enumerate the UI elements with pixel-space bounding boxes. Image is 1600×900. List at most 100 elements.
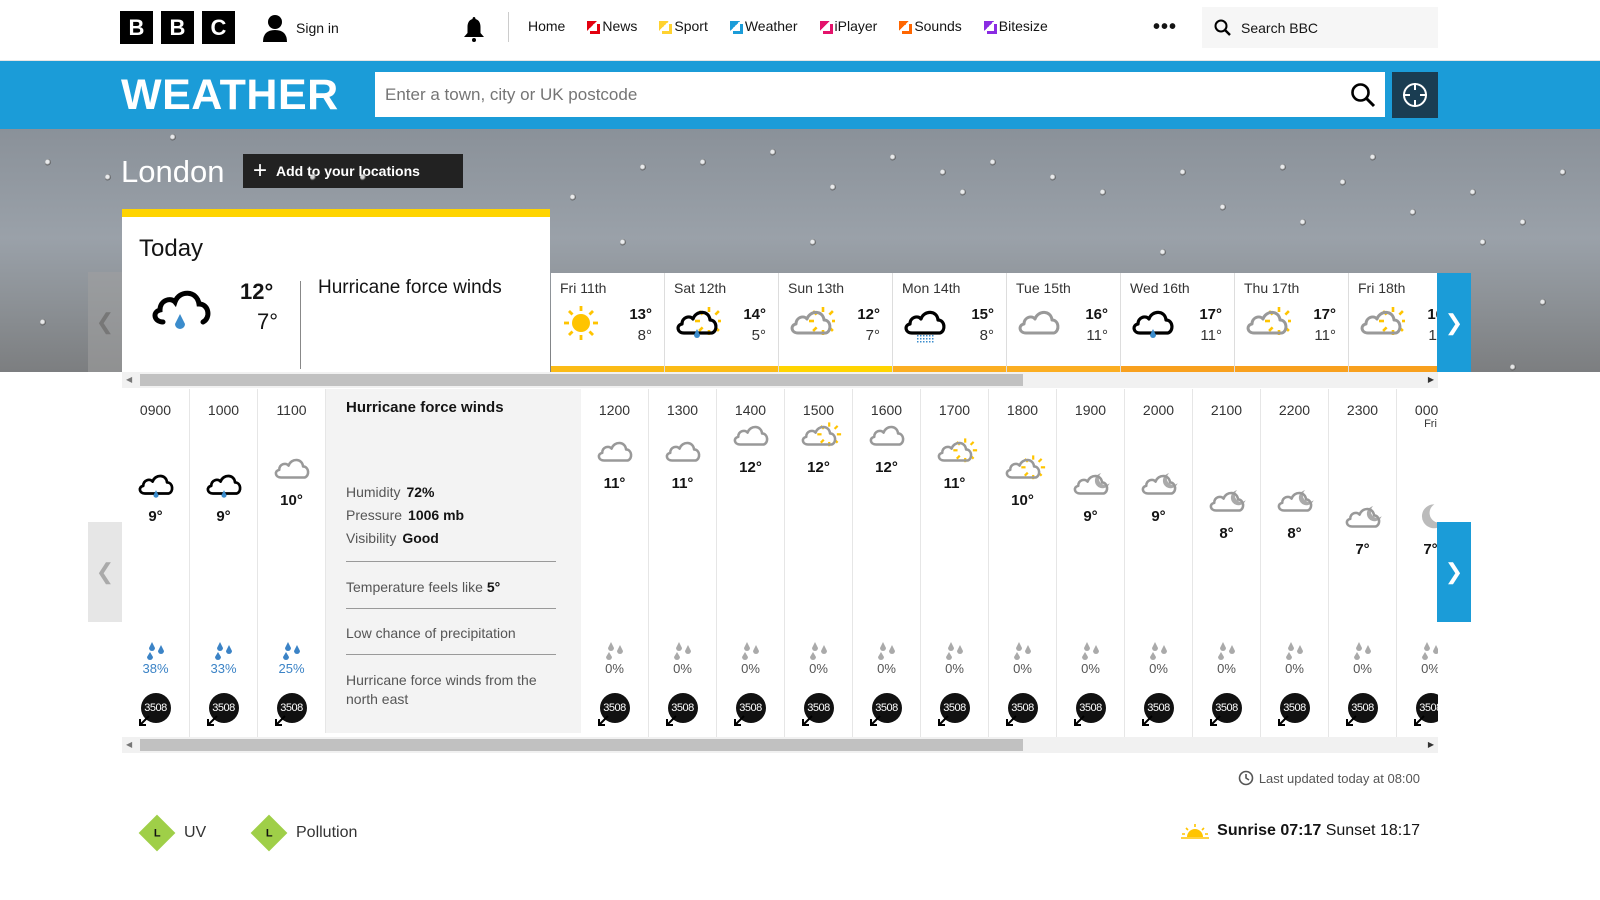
crosshair-icon <box>1403 83 1427 107</box>
raindrop-decoration <box>105 174 111 181</box>
chevron-left-icon: ❮ <box>95 309 115 334</box>
days-prev-button[interactable]: ❮ <box>88 272 122 372</box>
day-tab[interactable]: Sun 13th 12° 7° <box>779 273 893 372</box>
nav-link-sounds[interactable]: Sounds <box>899 18 962 34</box>
hourly-forecast: 0900 9° 38% 3508 1000 9° 33% 3508 1100 1… <box>122 389 1438 737</box>
sign-in-link[interactable]: Sign in <box>262 14 339 42</box>
hour-column[interactable]: 1300 11° 0% 3508 <box>649 389 717 737</box>
precipitation-icon <box>1217 642 1235 660</box>
hour-column[interactable]: 1900 9° 0% 3508 <box>1057 389 1125 737</box>
more-menu-button[interactable]: ••• <box>1153 17 1177 37</box>
uv-indicator[interactable]: L UV <box>138 814 206 852</box>
hours-scrollbar[interactable]: ◀ ▶ <box>122 737 1438 753</box>
cloud-icon <box>269 452 315 486</box>
day-tab[interactable]: Fri 11th 13° 8° <box>551 273 665 372</box>
divider <box>346 608 556 609</box>
day-high-temp: 16° <box>1085 306 1108 323</box>
days-scrollbar[interactable]: ◀ ▶ <box>122 372 1438 388</box>
nav-link-news[interactable]: News <box>587 18 637 34</box>
hour-column[interactable]: 1200 11° 0% 3508 <box>581 389 649 737</box>
day-tab[interactable]: Fri 18th 16° 11° <box>1349 273 1437 372</box>
day-tab[interactable]: Sat 12th 14° 5° <box>665 273 779 372</box>
raindrop-decoration <box>1280 164 1286 171</box>
day-tab[interactable]: Tue 15th 16° 11° <box>1007 273 1121 372</box>
hour-column[interactable]: 2000 9° 0% 3508 <box>1125 389 1193 737</box>
raindrop-decoration <box>1160 249 1166 256</box>
bbc-logo[interactable]: B B C <box>120 11 235 44</box>
sun-cloud-icon <box>787 303 837 343</box>
last-updated-text: Last updated today at 08:00 <box>1258 770 1420 786</box>
news-icon <box>587 21 598 31</box>
hours-prev-button[interactable]: ❮ <box>88 522 122 622</box>
location-search-input[interactable] <box>375 72 1367 117</box>
nav-link-label: Weather <box>744 18 798 34</box>
nav-link-sport[interactable]: Sport <box>659 18 708 34</box>
hour-column[interactable]: 0900 9° 38% 3508 <box>122 389 190 737</box>
precipitation-icon <box>1353 642 1371 660</box>
hour-temp: 9° <box>216 508 231 525</box>
nav-link-home[interactable]: Home <box>528 18 565 34</box>
location-search-button[interactable] <box>1340 72 1385 117</box>
raindrop-decoration <box>1510 364 1516 371</box>
notifications-bell-icon[interactable] <box>462 16 486 42</box>
hour-column[interactable]: 2100 8° 0% 3508 <box>1193 389 1261 737</box>
hour-column[interactable]: 2300 7° 0% 3508 <box>1329 389 1397 737</box>
hour-column[interactable]: 1500 12° 0% 3508 <box>785 389 853 737</box>
day-high-temp: 14° <box>743 306 766 323</box>
hour-column[interactable]: 1600 12° 0% 3508 <box>853 389 921 737</box>
sun-cloud-icon <box>932 435 978 469</box>
precipitation-icon <box>1285 642 1303 660</box>
wind-description: Hurricane force winds from the north eas… <box>346 672 537 707</box>
nav-link-label: Home <box>528 18 566 34</box>
raindrop-decoration <box>1100 189 1106 196</box>
hour-column[interactable]: 1700 11° 0% 3508 <box>921 389 989 737</box>
raindrop-decoration <box>1300 219 1306 226</box>
weather-title[interactable]: WEATHER <box>121 71 339 120</box>
hour-column[interactable]: 1800 10° 0% 3508 <box>989 389 1057 737</box>
scrollbar-thumb[interactable] <box>140 374 1023 386</box>
precipitation-icon <box>282 642 300 660</box>
hour-time: 0000Fri <box>1414 402 1438 430</box>
hours-next-button[interactable]: ❯ <box>1437 522 1471 622</box>
user-icon <box>263 15 287 42</box>
hour-time: 1300 <box>666 402 699 418</box>
days-next-button[interactable]: ❯ <box>1437 273 1471 372</box>
bbc-search-box[interactable]: Search BBC <box>1202 7 1438 48</box>
add-to-locations-button[interactable]: + Add to your locations <box>243 154 463 188</box>
day-high-temp: 17° <box>1199 306 1222 323</box>
nav-links: Home News Sport Weather iPlayer Sounds Bitesiz… <box>528 18 1070 34</box>
scroll-left-arrow-icon[interactable]: ◀ <box>126 375 132 384</box>
pollution-indicator[interactable]: L Pollution <box>250 814 357 852</box>
scroll-right-arrow-icon[interactable]: ▶ <box>1428 375 1434 384</box>
hour-column[interactable]: 1000 9° 33% 3508 <box>190 389 258 737</box>
wind-direction-arrow-icon <box>801 715 813 726</box>
scroll-left-arrow-icon[interactable]: ◀ <box>126 740 132 749</box>
plus-icon: + <box>253 157 268 184</box>
day-low-temp: 8° <box>637 327 652 344</box>
hour-column[interactable]: 1400 12° 0% 3508 <box>717 389 785 737</box>
precipitation-chance: 0% <box>1353 661 1372 676</box>
locate-me-button[interactable] <box>1392 72 1438 118</box>
day-tab[interactable]: Thu 17th 17° 11° <box>1235 273 1349 372</box>
nav-link-bitesize[interactable]: Bitesize <box>983 18 1048 34</box>
location-name: London <box>121 154 225 189</box>
day-list: Fri 11th 13° 8° Sat 12th 14° 5° Sun 13th… <box>551 273 1437 372</box>
wind-direction-arrow-icon <box>733 715 745 726</box>
nav-link-iplayer[interactable]: iPlayer <box>819 18 877 34</box>
today-panel[interactable]: Today 12° 7° Hurricane force winds <box>122 209 550 372</box>
hour-column[interactable]: 1100 10° 25% 3508 <box>258 389 326 733</box>
weather-header: WEATHER <box>0 61 1600 129</box>
hour-detail-panel: Hurricane force winds Humidity 72% Pressu… <box>326 389 581 733</box>
hour-column[interactable]: 2200 8° 0% 3508 <box>1261 389 1329 737</box>
scroll-right-arrow-icon[interactable]: ▶ <box>1428 740 1434 749</box>
hour-column[interactable]: 0000Fri 7° 0% 3508 <box>1397 389 1438 737</box>
day-tab[interactable]: Wed 16th 17° 11° <box>1121 273 1235 372</box>
scrollbar-thumb[interactable] <box>140 739 1023 751</box>
day-tab[interactable]: Mon 14th 15° 8° <box>893 273 1007 372</box>
hour-time: 2200 <box>1278 402 1311 418</box>
hour-temp: 10° <box>280 491 303 509</box>
nav-link-weather[interactable]: Weather <box>729 18 798 34</box>
day-low-temp: 7° <box>865 327 880 344</box>
wind-direction-arrow-icon <box>138 715 150 726</box>
hour-time: 0900 <box>139 402 172 418</box>
